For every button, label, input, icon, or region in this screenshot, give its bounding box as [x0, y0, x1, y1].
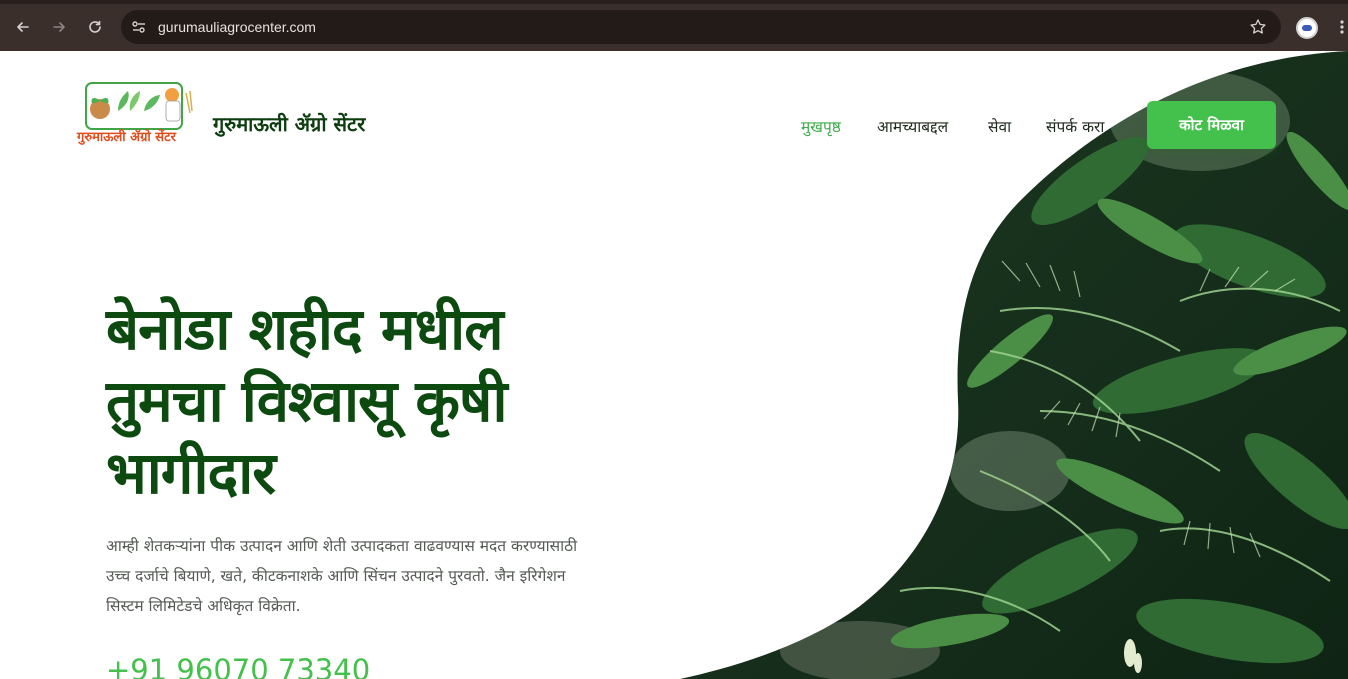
- headline-line: भागीदार: [106, 439, 276, 507]
- description-line: उच्च दर्जाचे बियाणे, खते, कीटकनाशके आणि …: [106, 567, 566, 585]
- browser-toolbar: gurumauliagrocenter.com: [0, 0, 1348, 51]
- star-icon[interactable]: [1249, 18, 1267, 36]
- reload-icon: [89, 20, 101, 33]
- description-line: आम्ही शेतकऱ्यांना पीक उत्पादन आणि शेती उ…: [106, 537, 578, 555]
- tune-icon[interactable]: [130, 18, 148, 36]
- get-quote-button[interactable]: कोट मिळवा: [1147, 101, 1276, 149]
- profile-avatar[interactable]: [1296, 17, 1318, 39]
- description-line: सिस्टम लिमिटेडचे अधिकृत विक्रेता.: [106, 597, 301, 615]
- forward-button[interactable]: [46, 14, 72, 40]
- brand-name[interactable]: गुरुमाऊली ॲग्रो सेंटर: [213, 110, 365, 137]
- hero-headline: बेनोडा शहीद मधील तुमचा विश्वासू कृषी भाग…: [106, 293, 726, 509]
- nav-link-services[interactable]: सेवा: [988, 115, 1011, 137]
- kebab-menu-icon[interactable]: [1336, 18, 1348, 36]
- tab-strip: [0, 0, 1348, 4]
- nav-link-contact[interactable]: संपर्क करा: [1046, 115, 1104, 137]
- nav-link-home[interactable]: मुखपृष्ठ: [801, 115, 841, 137]
- brand-logo[interactable]: गुरुमाऊली ॲग्रो सेंटर: [74, 81, 200, 153]
- web-page: गुरुमाऊली ॲग्रो सेंटर गुरुमाऊली ॲग्रो से…: [0, 51, 1348, 679]
- hero-description: आम्ही शेतकऱ्यांना पीक उत्पादन आणि शेती उ…: [106, 531, 646, 621]
- back-button[interactable]: [10, 14, 36, 40]
- headline-line: बेनोडा शहीद मधील: [106, 295, 504, 363]
- nav-link-about[interactable]: आमच्याबद्दल: [877, 115, 948, 137]
- reload-button[interactable]: [82, 14, 108, 40]
- arrow-left-icon: [17, 22, 29, 32]
- url-text[interactable]: gurumauliagrocenter.com: [158, 18, 316, 36]
- logo-text: गुरुमाऊली ॲग्रो सेंटर: [76, 129, 177, 145]
- arrow-right-icon: [53, 22, 65, 32]
- address-bar[interactable]: gurumauliagrocenter.com: [121, 10, 1281, 44]
- phone-number-link[interactable]: +91 96070 73340: [106, 653, 370, 679]
- headline-line: तुमचा विश्वासू कृषी: [106, 367, 507, 435]
